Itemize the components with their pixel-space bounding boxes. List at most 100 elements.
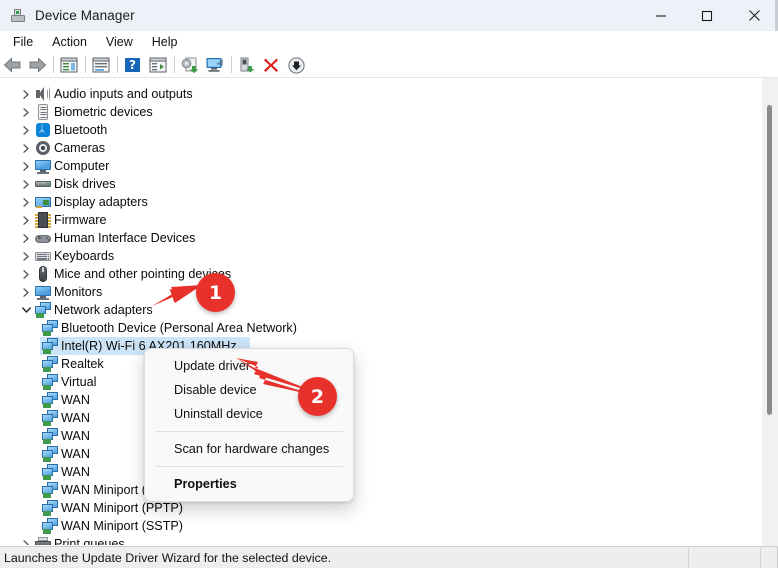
tree-row[interactable]: Bluetooth Device (Personal Area Network) — [0, 319, 762, 337]
tree-row-label: Bluetooth — [54, 123, 108, 137]
red-x-icon[interactable] — [260, 53, 285, 77]
network-adapter-icon — [40, 373, 60, 391]
update-driver-icon[interactable] — [178, 53, 203, 77]
tree-row[interactable]: WAN — [0, 427, 762, 445]
chevron-right-icon[interactable] — [20, 121, 33, 139]
chevron-right-icon[interactable] — [20, 193, 33, 211]
tree-row-label: Virtual — [61, 375, 97, 389]
chevron-right-icon[interactable] — [20, 103, 33, 121]
menu-file[interactable]: File — [4, 33, 42, 51]
tree-row[interactable]: Firmware — [0, 211, 762, 229]
scan-hardware-icon[interactable] — [203, 53, 228, 77]
back-button[interactable] — [0, 53, 25, 77]
tree-row[interactable]: WAN Miniport (SSTP) — [0, 517, 762, 535]
network-adapter-icon — [40, 409, 60, 427]
tree-row[interactable]: Disk drives — [0, 175, 762, 193]
tree-row[interactable]: Display adapters — [0, 193, 762, 211]
tree-row-label: Keyboards — [54, 249, 115, 263]
network-adapter-icon — [40, 337, 60, 355]
menu-action[interactable]: Action — [43, 33, 96, 51]
network-adapter-icon — [40, 499, 60, 517]
chip-icon — [33, 211, 53, 229]
tree-row[interactable]: Network adapters — [0, 301, 762, 319]
chevron-right-icon[interactable] — [20, 139, 33, 157]
keyboard-icon — [33, 247, 53, 265]
annotation-badge-2: 2 — [298, 377, 337, 416]
tree-row-label: Bluetooth Device (Personal Area Network) — [61, 321, 297, 335]
device-tree[interactable]: Audio inputs and outputs Biometric device… — [0, 78, 762, 545]
properties-window-icon[interactable] — [89, 53, 114, 77]
tree-row[interactable]: Mice and other pointing devices — [0, 265, 762, 283]
tree-row[interactable]: Cameras — [0, 139, 762, 157]
forward-button[interactable] — [25, 53, 50, 77]
disk-drive-icon — [33, 175, 53, 193]
action-pane-icon[interactable] — [146, 53, 171, 77]
tree-row[interactable]: ᛦ Bluetooth — [0, 121, 762, 139]
network-adapter-icon — [33, 301, 53, 319]
vertical-scrollbar[interactable] — [762, 78, 778, 545]
enable-device-icon[interactable] — [235, 53, 260, 77]
tree-row[interactable]: Audio inputs and outputs — [0, 85, 762, 103]
chevron-right-icon[interactable] — [20, 535, 33, 545]
separator — [228, 53, 235, 77]
separator — [82, 53, 89, 77]
tree-row-label: WAN Miniport (SSTP) — [61, 519, 183, 533]
tree-row-label: Network adapters — [54, 303, 153, 317]
context-menu-item-properties[interactable]: Properties — [145, 472, 353, 496]
close-icon[interactable] — [730, 0, 778, 31]
chevron-right-icon[interactable] — [20, 283, 33, 301]
tree-row-label: Firmware — [54, 213, 107, 227]
down-arrow-circle-icon[interactable] — [285, 53, 310, 77]
display-adapter-icon — [33, 193, 53, 211]
menu-view[interactable]: View — [97, 33, 142, 51]
network-adapter-icon — [40, 355, 60, 373]
tree-row-label: Disk drives — [54, 177, 116, 191]
separator — [171, 53, 178, 77]
tree-row-label: Biometric devices — [54, 105, 153, 119]
tree-row-label: Cameras — [54, 141, 106, 155]
chevron-right-icon[interactable] — [20, 157, 33, 175]
minimize-icon[interactable] — [638, 0, 684, 31]
context-menu-item-update-driver[interactable]: Update driver — [145, 354, 353, 378]
tree-row[interactable]: WAN — [0, 463, 762, 481]
tree-row[interactable]: Intel(R) Wi-Fi 6 AX201 160MHz — [0, 337, 762, 355]
chevron-right-icon[interactable] — [20, 247, 33, 265]
chevron-right-icon[interactable] — [20, 229, 33, 247]
chevron-right-icon[interactable] — [20, 211, 33, 229]
chevron-right-icon[interactable] — [20, 265, 33, 283]
device-manager-icon — [10, 8, 26, 24]
tree-row[interactable]: WAN Miniport (PPPOE) — [0, 481, 762, 499]
toolbar: ? — [0, 53, 778, 78]
network-adapter-icon — [40, 445, 60, 463]
tree-row[interactable]: WAN — [0, 445, 762, 463]
device-manager-window: Device Manager File Action View Help ? A… — [0, 0, 778, 568]
context-menu-separator — [155, 431, 343, 432]
network-adapter-icon — [40, 463, 60, 481]
chevron-right-icon[interactable] — [20, 85, 33, 103]
tree-row[interactable]: Human Interface Devices — [0, 229, 762, 247]
context-menu-item-scan-for-hardware-changes[interactable]: Scan for hardware changes — [145, 437, 353, 461]
menu-help[interactable]: Help — [143, 33, 187, 51]
tree-row[interactable]: WAN Miniport (PPTP) — [0, 499, 762, 517]
console-tree-icon[interactable] — [57, 53, 82, 77]
tree-row[interactable]: Virtual — [0, 373, 762, 391]
tree-row[interactable]: Realtek — [0, 355, 762, 373]
chevron-right-icon[interactable] — [20, 175, 33, 193]
tree-row[interactable]: Print queues — [0, 535, 762, 545]
monitor-icon — [33, 157, 53, 175]
chevron-down-icon[interactable] — [20, 301, 33, 319]
tree-row-label: WAN — [61, 429, 90, 443]
scrollbar-thumb[interactable] — [767, 105, 772, 415]
bluetooth-icon: ᛦ — [33, 121, 53, 139]
tree-row[interactable]: WAN — [0, 391, 762, 409]
tree-row[interactable]: Keyboards — [0, 247, 762, 265]
help-question-icon[interactable]: ? — [121, 53, 146, 77]
tree-row[interactable]: Monitors — [0, 283, 762, 301]
tree-row[interactable]: WAN — [0, 409, 762, 427]
tree-row-label: Human Interface Devices — [54, 231, 196, 245]
speaker-icon — [33, 85, 53, 103]
tree-row-label: Audio inputs and outputs — [54, 87, 193, 101]
tree-row[interactable]: Biometric devices — [0, 103, 762, 121]
maximize-icon[interactable] — [684, 0, 730, 31]
tree-row[interactable]: Computer — [0, 157, 762, 175]
